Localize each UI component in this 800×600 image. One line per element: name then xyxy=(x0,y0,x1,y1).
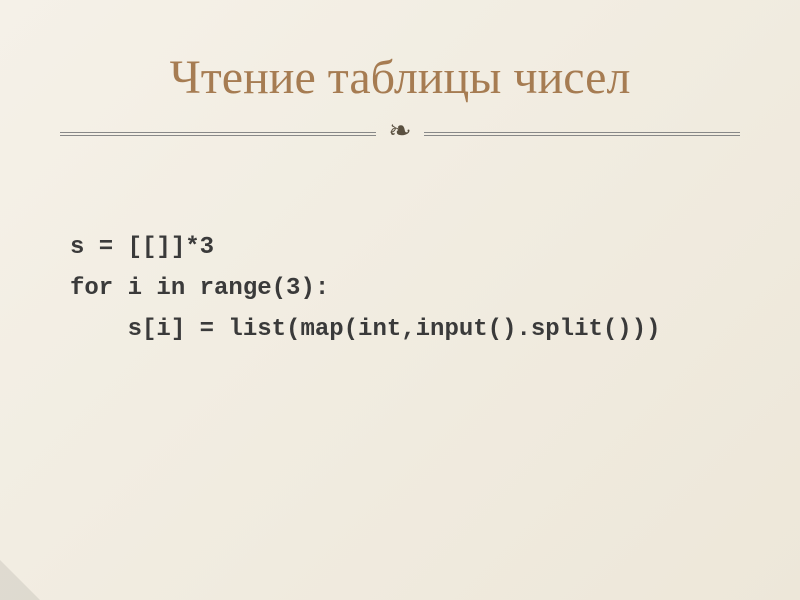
fleuron-icon: ❧ xyxy=(388,118,411,146)
slide-title: Чтение таблицы чисел xyxy=(60,50,740,105)
divider-line-left xyxy=(60,132,376,136)
code-line-2: for i in range(3): xyxy=(70,269,740,310)
corner-fold-decoration xyxy=(0,560,40,600)
code-line-3: s[i] = list(map(int,input().split())) xyxy=(70,310,740,351)
code-block: s = [[]]*3 for i in range(3): s[i] = lis… xyxy=(70,228,740,350)
divider-line-right xyxy=(424,132,740,136)
slide-container: Чтение таблицы чисел ❧ s = [[]]*3 for i … xyxy=(0,0,800,600)
code-line-1: s = [[]]*3 xyxy=(70,228,740,269)
title-divider: ❧ xyxy=(60,120,740,148)
